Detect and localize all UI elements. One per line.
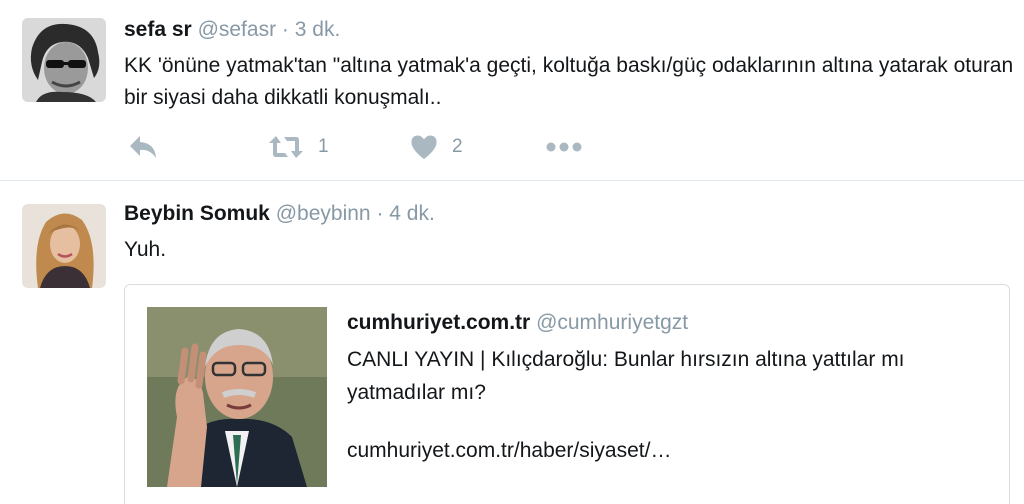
more-button[interactable] xyxy=(546,132,582,162)
avatar[interactable] xyxy=(22,204,106,288)
like-button[interactable]: 2 xyxy=(410,132,463,162)
user-handle[interactable]: @beybinn xyxy=(276,202,371,225)
tweet-header: sefa sr @sefasr · 3 dk. xyxy=(124,18,340,42)
quoted-user-handle[interactable]: @cumhuriyetgzt xyxy=(536,311,688,334)
quoted-display-name[interactable]: cumhuriyet.com.tr xyxy=(347,311,530,334)
retweet-icon xyxy=(268,134,304,160)
retweet-count: 1 xyxy=(318,136,329,157)
retweet-button[interactable]: 1 xyxy=(268,132,329,162)
tweet-text: KK 'önüne yatmak'tan "altına yatmak'a ge… xyxy=(124,54,1014,109)
quoted-tweet-header: cumhuriyet.com.tr @cumhuriyetgzt xyxy=(347,311,688,335)
tweet-text: Yuh. xyxy=(124,238,167,261)
quoted-tweet-text: CANLI YAYIN | Kılıçdaroğlu: Bunlar hırsı… xyxy=(347,348,905,404)
separator: · xyxy=(376,202,384,225)
separator: · xyxy=(281,18,289,41)
timestamp[interactable]: 4 dk. xyxy=(389,202,435,225)
quoted-tweet[interactable]: cumhuriyet.com.tr @cumhuriyetgzt CANLI Y… xyxy=(124,284,1010,504)
like-count: 2 xyxy=(452,136,463,157)
quoted-tweet-image xyxy=(147,307,327,487)
reply-button[interactable] xyxy=(128,132,158,162)
timestamp[interactable]: 3 dk. xyxy=(295,18,341,41)
tweet-header: Beybin Somuk @beybinn · 4 dk. xyxy=(124,202,435,226)
display-name[interactable]: Beybin Somuk xyxy=(124,202,270,225)
heart-icon xyxy=(410,134,438,160)
display-name[interactable]: sefa sr xyxy=(124,18,192,41)
tweet[interactable]: Beybin Somuk @beybinn · 4 dk. Yuh. cumhu… xyxy=(0,182,1024,504)
more-icon xyxy=(546,141,582,153)
quoted-tweet-link[interactable]: cumhuriyet.com.tr/haber/siyaset/… xyxy=(347,439,671,463)
avatar[interactable] xyxy=(22,18,106,102)
reply-icon xyxy=(128,134,158,160)
user-handle[interactable]: @sefasr xyxy=(198,18,277,41)
tweet-actions: 1 2 xyxy=(124,132,724,162)
tweet[interactable]: sefa sr @sefasr · 3 dk. KK 'önüne yatmak… xyxy=(0,0,1024,181)
